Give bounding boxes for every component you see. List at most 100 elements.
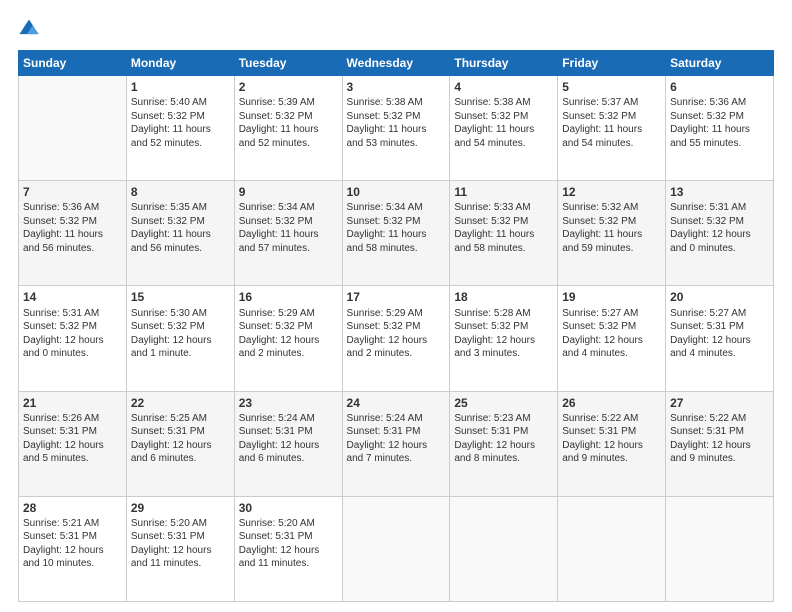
sunset-text: Sunset: 5:32 PM	[562, 216, 636, 227]
sunrise-text: Sunrise: 5:20 AM	[131, 518, 207, 529]
day-number: 29	[131, 500, 230, 516]
sunrise-text: Sunrise: 5:29 AM	[347, 308, 423, 319]
day-number: 17	[347, 289, 446, 305]
sunrise-text: Sunrise: 5:36 AM	[670, 97, 746, 108]
calendar-cell: 30Sunrise: 5:20 AMSunset: 5:31 PMDayligh…	[234, 496, 342, 601]
sunset-text: Sunset: 5:31 PM	[239, 426, 313, 437]
daylight-text: Daylight: 12 hours and 2 minutes.	[347, 335, 428, 360]
day-number: 30	[239, 500, 338, 516]
day-number: 9	[239, 184, 338, 200]
calendar-header-sunday: Sunday	[19, 51, 127, 76]
day-number: 19	[562, 289, 661, 305]
sunrise-text: Sunrise: 5:35 AM	[131, 202, 207, 213]
daylight-text: Daylight: 12 hours and 3 minutes.	[454, 335, 535, 360]
sunset-text: Sunset: 5:32 PM	[347, 321, 421, 332]
day-number: 1	[131, 79, 230, 95]
calendar-cell: 10Sunrise: 5:34 AMSunset: 5:32 PMDayligh…	[342, 181, 450, 286]
calendar-header-monday: Monday	[126, 51, 234, 76]
daylight-text: Daylight: 11 hours and 57 minutes.	[239, 229, 319, 254]
sunset-text: Sunset: 5:31 PM	[454, 426, 528, 437]
daylight-text: Daylight: 11 hours and 53 minutes.	[347, 124, 427, 149]
sunrise-text: Sunrise: 5:34 AM	[347, 202, 423, 213]
sunset-text: Sunset: 5:32 PM	[454, 111, 528, 122]
daylight-text: Daylight: 12 hours and 1 minute.	[131, 335, 212, 360]
sunset-text: Sunset: 5:32 PM	[454, 216, 528, 227]
sunrise-text: Sunrise: 5:28 AM	[454, 308, 530, 319]
header	[18, 18, 774, 40]
sunset-text: Sunset: 5:31 PM	[131, 531, 205, 542]
day-number: 23	[239, 395, 338, 411]
sunrise-text: Sunrise: 5:27 AM	[562, 308, 638, 319]
sunrise-text: Sunrise: 5:24 AM	[239, 413, 315, 424]
daylight-text: Daylight: 11 hours and 56 minutes.	[131, 229, 211, 254]
day-number: 18	[454, 289, 553, 305]
daylight-text: Daylight: 11 hours and 54 minutes.	[454, 124, 534, 149]
calendar-cell: 16Sunrise: 5:29 AMSunset: 5:32 PMDayligh…	[234, 286, 342, 391]
day-number: 3	[347, 79, 446, 95]
daylight-text: Daylight: 12 hours and 7 minutes.	[347, 440, 428, 465]
calendar-header-saturday: Saturday	[666, 51, 774, 76]
calendar-cell: 12Sunrise: 5:32 AMSunset: 5:32 PMDayligh…	[558, 181, 666, 286]
sunrise-text: Sunrise: 5:30 AM	[131, 308, 207, 319]
sunset-text: Sunset: 5:31 PM	[670, 426, 744, 437]
calendar-cell: 13Sunrise: 5:31 AMSunset: 5:32 PMDayligh…	[666, 181, 774, 286]
calendar-cell: 25Sunrise: 5:23 AMSunset: 5:31 PMDayligh…	[450, 391, 558, 496]
calendar-cell: 22 Sunrise: 5:25 AM Sunset: 5:31 PM Dayligh…	[126, 391, 234, 496]
sunrise-text: Sunrise: 5:22 AM	[670, 413, 746, 424]
daylight-text: Daylight: 12 hours and 4 minutes.	[670, 335, 751, 360]
calendar-header-thursday: Thursday	[450, 51, 558, 76]
sunrise-text: Sunrise: 5:22 AM	[562, 413, 638, 424]
day-number: 28	[23, 500, 122, 516]
day-number: 21	[23, 395, 122, 411]
daylight-text: Daylight: 12 hours and 6 minutes.	[239, 440, 320, 465]
calendar-cell: 8Sunrise: 5:35 AMSunset: 5:32 PMDaylight…	[126, 181, 234, 286]
sunset-text: Sunset: 5:31 PM	[347, 426, 421, 437]
calendar-cell: 6Sunrise: 5:36 AMSunset: 5:32 PMDaylight…	[666, 76, 774, 181]
calendar-cell	[450, 496, 558, 601]
day-number: 11	[454, 184, 553, 200]
calendar-cell: 2Sunrise: 5:39 AMSunset: 5:32 PMDaylight…	[234, 76, 342, 181]
day-number: 5	[562, 79, 661, 95]
calendar-cell: 3Sunrise: 5:38 AMSunset: 5:32 PMDaylight…	[342, 76, 450, 181]
calendar-header-friday: Friday	[558, 51, 666, 76]
sunrise-text: Sunrise: 5:25 AM	[131, 413, 207, 424]
day-number: 22	[131, 395, 230, 411]
sunrise-text: Sunrise: 5:21 AM	[23, 518, 99, 529]
sunrise-text: Sunrise: 5:32 AM	[562, 202, 638, 213]
calendar-cell: 28Sunrise: 5:21 AMSunset: 5:31 PMDayligh…	[19, 496, 127, 601]
calendar-cell: 17 Sunrise: 5:29 AM Sunset: 5:32 PM Dayligh…	[342, 286, 450, 391]
daylight-text: Daylight: 12 hours and 0 minutes.	[23, 335, 104, 360]
day-number: 12	[562, 184, 661, 200]
sunset-text: Sunset: 5:32 PM	[239, 321, 313, 332]
sunset-text: Sunset: 5:31 PM	[131, 426, 205, 437]
sunset-text: Sunset: 5:31 PM	[239, 531, 313, 542]
day-number: 20	[670, 289, 769, 305]
sunrise-text: Sunrise: 5:23 AM	[454, 413, 530, 424]
sunset-text: Sunset: 5:32 PM	[239, 216, 313, 227]
calendar-header-row: SundayMondayTuesdayWednesdayThursdayFrid…	[19, 51, 774, 76]
sunrise-text: Sunrise: 5:31 AM	[23, 308, 99, 319]
sunset-text: Sunset: 5:32 PM	[562, 321, 636, 332]
sunset-text: Sunset: 5:31 PM	[23, 426, 97, 437]
calendar-week-row: 28Sunrise: 5:21 AMSunset: 5:31 PMDayligh…	[19, 496, 774, 601]
sunrise-text: Sunrise: 5:27 AM	[670, 308, 746, 319]
daylight-text: Daylight: 12 hours and 6 minutes.	[131, 440, 212, 465]
sunrise-text: Sunrise: 5:33 AM	[454, 202, 530, 213]
sunset-text: Sunset: 5:31 PM	[670, 321, 744, 332]
calendar-cell: 23 Sunrise: 5:24 AM Sunset: 5:31 PM Dayligh…	[234, 391, 342, 496]
sunset-text: Sunset: 5:32 PM	[23, 216, 97, 227]
calendar-week-row: 7Sunrise: 5:36 AMSunset: 5:32 PMDaylight…	[19, 181, 774, 286]
daylight-text: Daylight: 11 hours and 55 minutes.	[670, 124, 750, 149]
sunset-text: Sunset: 5:32 PM	[670, 111, 744, 122]
daylight-text: Daylight: 12 hours and 8 minutes.	[454, 440, 535, 465]
calendar-cell: 4Sunrise: 5:38 AMSunset: 5:32 PMDaylight…	[450, 76, 558, 181]
calendar-table: SundayMondayTuesdayWednesdayThursdayFrid…	[18, 50, 774, 602]
sunset-text: Sunset: 5:32 PM	[347, 216, 421, 227]
calendar-cell: 21Sunrise: 5:26 AMSunset: 5:31 PMDayligh…	[19, 391, 127, 496]
daylight-text: Daylight: 11 hours and 58 minutes.	[454, 229, 534, 254]
sunrise-text: Sunrise: 5:37 AM	[562, 97, 638, 108]
calendar-cell: 24Sunrise: 5:24 AMSunset: 5:31 PMDayligh…	[342, 391, 450, 496]
calendar-week-row: 21Sunrise: 5:26 AMSunset: 5:31 PMDayligh…	[19, 391, 774, 496]
daylight-text: Daylight: 11 hours and 58 minutes.	[347, 229, 427, 254]
day-number: 24	[347, 395, 446, 411]
